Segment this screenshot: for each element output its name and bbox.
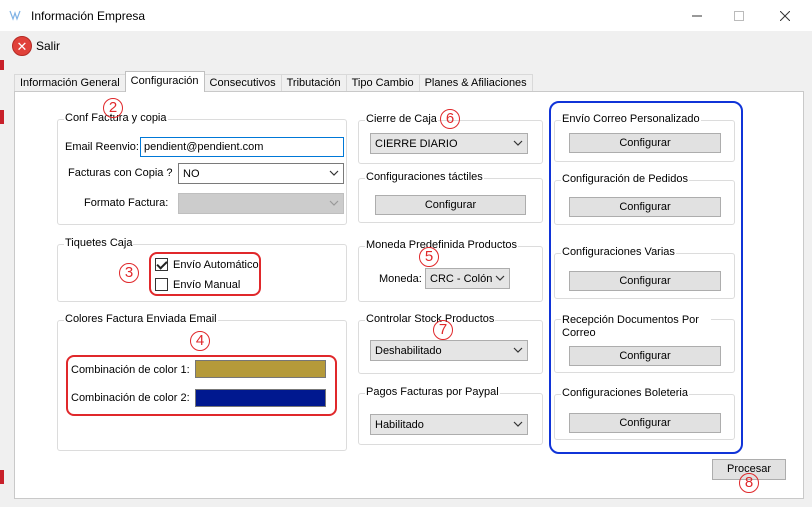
stock-value: Deshabilitado bbox=[375, 345, 442, 357]
group-title: Pagos Facturas por Paypal bbox=[365, 386, 500, 398]
moneda-select[interactable]: CRC - Colón bbox=[425, 268, 510, 289]
group-title: Configuraciones táctiles bbox=[365, 171, 484, 183]
annotation-box bbox=[66, 355, 337, 416]
email-reenvio-label: Email Reenvio: bbox=[65, 141, 139, 153]
facturas-copia-label: Facturas con Copia ? bbox=[68, 167, 173, 179]
annotation-marker: 5 bbox=[419, 247, 439, 267]
tactiles-configurar-button[interactable]: Configurar bbox=[375, 195, 526, 215]
group-title: Tiquetes Caja bbox=[64, 237, 134, 249]
facturas-copia-value: NO bbox=[183, 168, 200, 180]
paypal-select[interactable]: Habilitado bbox=[370, 414, 528, 435]
formato-factura-label: Formato Factura: bbox=[84, 197, 169, 209]
stock-select[interactable]: Deshabilitado bbox=[370, 340, 528, 361]
group-title: Colores Factura Enviada Email bbox=[64, 313, 218, 325]
group-title: Controlar Stock Productos bbox=[365, 313, 496, 325]
paypal-value: Habilitado bbox=[375, 419, 424, 431]
moneda-label: Moneda: bbox=[379, 273, 422, 285]
close-window-button[interactable] bbox=[762, 0, 808, 31]
annotation-box bbox=[549, 101, 743, 454]
facturas-copia-select[interactable]: NO bbox=[178, 163, 344, 184]
cierre-caja-select[interactable]: CIERRE DIARIO bbox=[370, 133, 528, 154]
annotation-marker: 6 bbox=[440, 109, 460, 129]
minimize-button[interactable] bbox=[674, 0, 720, 31]
window-title: Información Empresa bbox=[31, 9, 146, 23]
annotation-marker: 4 bbox=[190, 331, 210, 351]
title-bar: Información Empresa bbox=[0, 0, 812, 31]
salir-label: Salir bbox=[36, 39, 61, 53]
tab-configuracion[interactable]: Configuración bbox=[124, 71, 205, 92]
salir-button[interactable]: ✕ Salir bbox=[12, 36, 60, 56]
background-window-edge bbox=[0, 60, 4, 70]
background-window-edge bbox=[0, 110, 4, 124]
annotation-marker: 2 bbox=[103, 98, 123, 118]
group-title: Moneda Predefinida Productos bbox=[365, 239, 519, 251]
chevron-down-icon bbox=[513, 140, 523, 146]
tab-planes-afiliaciones[interactable]: Planes & Afiliaciones bbox=[418, 74, 533, 92]
annotation-box bbox=[149, 252, 261, 296]
moneda-value: CRC - Colón bbox=[430, 273, 493, 285]
group-title: Cierre de Caja bbox=[365, 113, 438, 125]
tab-tributacion[interactable]: Tributación bbox=[280, 74, 347, 92]
tab-informacion-general[interactable]: Información General bbox=[14, 74, 126, 92]
app-icon bbox=[8, 8, 22, 22]
maximize-button[interactable] bbox=[716, 0, 762, 31]
annotation-marker: 3 bbox=[119, 263, 139, 283]
chevron-down-icon bbox=[513, 347, 523, 353]
chevron-down-icon bbox=[513, 421, 523, 427]
chevron-down-icon bbox=[329, 200, 339, 206]
annotation-marker: 7 bbox=[433, 320, 453, 340]
tab-consecutivos[interactable]: Consecutivos bbox=[203, 74, 282, 92]
chevron-down-icon bbox=[329, 170, 339, 176]
background-window-edge bbox=[0, 470, 4, 484]
email-reenvio-input[interactable]: pendient@pendient.com bbox=[140, 137, 344, 157]
close-circle-icon: ✕ bbox=[12, 36, 32, 56]
annotation-marker: 8 bbox=[739, 473, 759, 493]
chevron-down-icon bbox=[495, 275, 505, 281]
tab-strip: Información General Configuración Consec… bbox=[14, 71, 533, 92]
formato-factura-select[interactable] bbox=[178, 193, 344, 214]
cierre-caja-value: CIERRE DIARIO bbox=[375, 138, 458, 150]
tab-tipo-cambio[interactable]: Tipo Cambio bbox=[345, 74, 420, 92]
